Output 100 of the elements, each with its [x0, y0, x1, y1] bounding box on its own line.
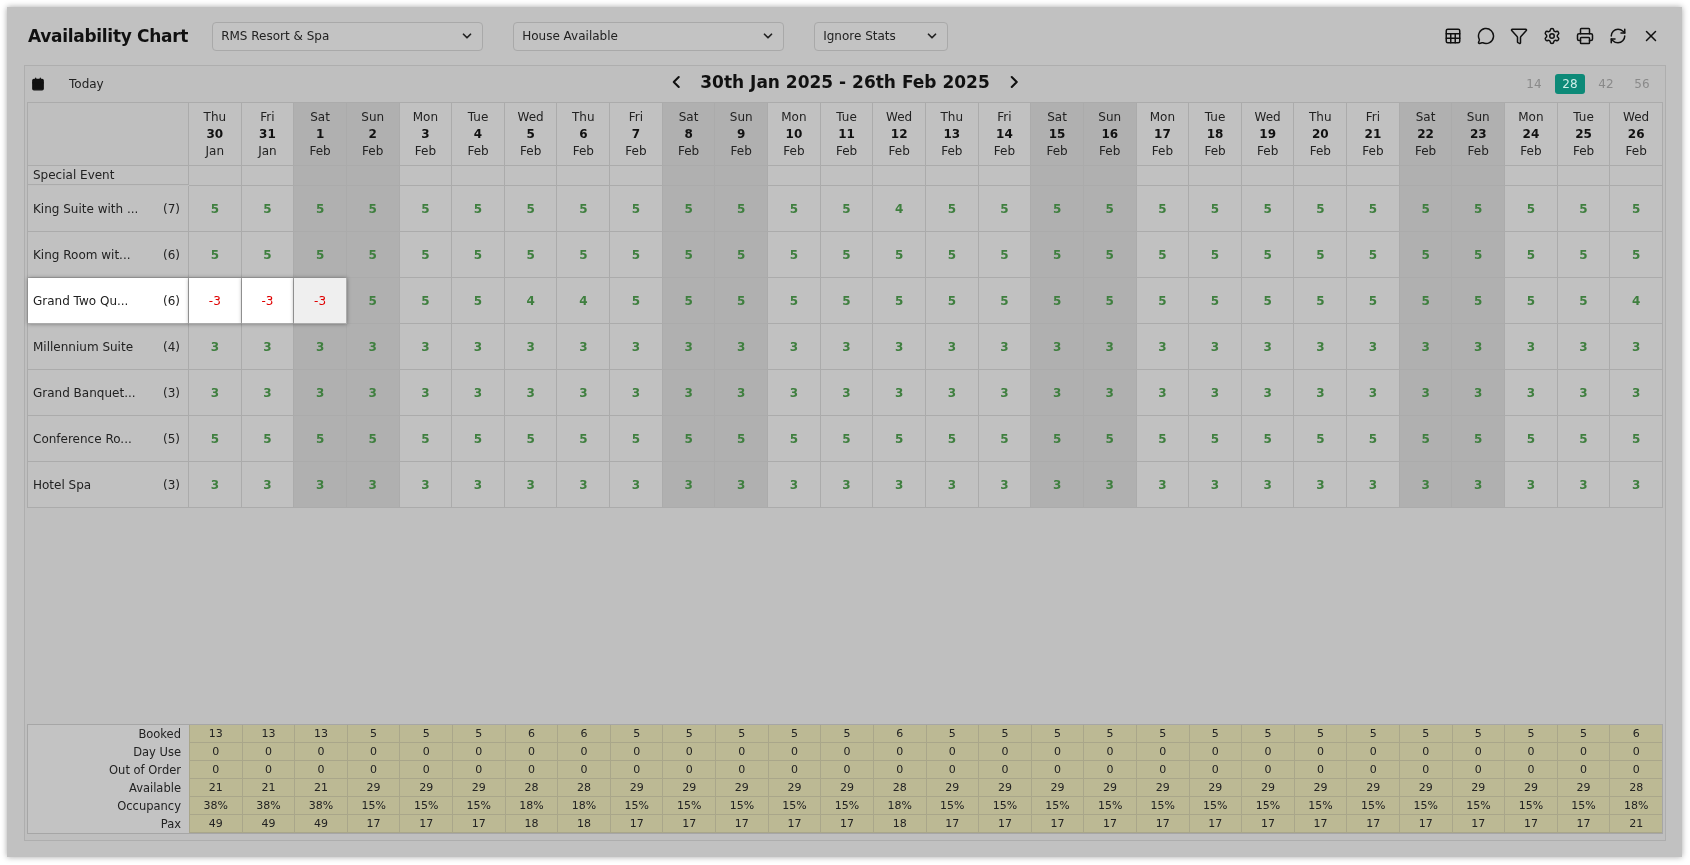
- availability-cell[interactable]: 3: [452, 324, 505, 370]
- availability-cell[interactable]: 5: [926, 232, 979, 278]
- availability-cell[interactable]: 5: [1031, 278, 1084, 324]
- availability-cell[interactable]: 5: [1347, 186, 1400, 232]
- availability-cell[interactable]: 5: [610, 416, 663, 462]
- availability-cell[interactable]: 3: [1083, 370, 1137, 416]
- availability-cell[interactable]: 3: [1347, 370, 1400, 416]
- availability-cell[interactable]: 3: [452, 462, 505, 508]
- availability-cell[interactable]: 3: [820, 370, 874, 416]
- select-dropdown[interactable]: Ignore Stats: [814, 21, 949, 51]
- printer-button[interactable]: [1576, 27, 1594, 45]
- availability-cell[interactable]: 5: [1557, 232, 1611, 278]
- availability-cell[interactable]: 3: [1347, 462, 1400, 508]
- availability-cell[interactable]: 5: [1347, 278, 1400, 324]
- availability-cell[interactable]: 3: [1031, 462, 1084, 508]
- availability-cell[interactable]: 3: [610, 462, 663, 508]
- availability-cell[interactable]: 5: [1294, 278, 1348, 324]
- availability-cell[interactable]: 3: [1399, 462, 1453, 508]
- availability-cell[interactable]: 3: [557, 462, 611, 508]
- availability-cell[interactable]: -3: [294, 278, 347, 324]
- availability-cell[interactable]: 3: [504, 324, 558, 370]
- availability-cell[interactable]: 3: [346, 324, 400, 370]
- availability-cell[interactable]: 4: [1610, 278, 1663, 324]
- availability-cell[interactable]: 5: [1399, 416, 1453, 462]
- availability-cell[interactable]: 5: [1610, 416, 1663, 462]
- availability-cell[interactable]: 5: [504, 416, 558, 462]
- availability-cell[interactable]: 3: [399, 370, 453, 416]
- availability-cell[interactable]: 3: [1136, 370, 1190, 416]
- availability-cell[interactable]: 5: [346, 416, 400, 462]
- availability-cell[interactable]: 3: [1241, 324, 1295, 370]
- availability-cell[interactable]: 4: [504, 278, 558, 324]
- availability-cell[interactable]: 5: [1136, 416, 1190, 462]
- availability-cell[interactable]: 5: [1399, 186, 1453, 232]
- availability-cell[interactable]: 5: [1347, 416, 1400, 462]
- availability-cell[interactable]: 3: [1136, 324, 1190, 370]
- availability-cell[interactable]: 3: [926, 370, 979, 416]
- availability-cell[interactable]: 3: [557, 324, 611, 370]
- availability-cell[interactable]: 3: [1347, 324, 1400, 370]
- availability-cell[interactable]: 5: [1136, 232, 1190, 278]
- availability-cell[interactable]: 5: [1505, 416, 1558, 462]
- spreadsheet-button[interactable]: [1444, 27, 1462, 45]
- availability-cell[interactable]: 3: [1031, 370, 1084, 416]
- availability-cell[interactable]: 3: [1031, 324, 1084, 370]
- availability-cell[interactable]: 3: [1610, 324, 1663, 370]
- availability-cell[interactable]: 5: [399, 278, 453, 324]
- availability-cell[interactable]: 5: [399, 416, 453, 462]
- availability-cell[interactable]: 5: [1557, 278, 1611, 324]
- availability-cell[interactable]: 5: [978, 186, 1032, 232]
- availability-cell[interactable]: 5: [1031, 186, 1084, 232]
- availability-cell[interactable]: 5: [978, 232, 1032, 278]
- availability-cell[interactable]: 3: [1505, 462, 1558, 508]
- availability-cell[interactable]: 3: [504, 370, 558, 416]
- availability-cell[interactable]: -3: [241, 278, 295, 324]
- period-button[interactable]: 28: [1555, 74, 1585, 94]
- availability-cell[interactable]: 3: [1505, 324, 1558, 370]
- availability-cell[interactable]: 3: [452, 370, 505, 416]
- availability-cell[interactable]: 3: [1452, 324, 1506, 370]
- availability-cell[interactable]: 5: [557, 186, 611, 232]
- availability-cell[interactable]: 3: [610, 370, 663, 416]
- availability-cell[interactable]: 5: [610, 186, 663, 232]
- availability-cell[interactable]: 3: [1610, 462, 1663, 508]
- availability-cell[interactable]: 3: [189, 370, 242, 416]
- availability-cell[interactable]: 5: [452, 232, 505, 278]
- refresh-button[interactable]: [1609, 27, 1627, 45]
- availability-cell[interactable]: 3: [1189, 462, 1242, 508]
- availability-cell[interactable]: 5: [557, 416, 611, 462]
- availability-cell[interactable]: 5: [978, 416, 1032, 462]
- availability-cell[interactable]: 3: [1189, 370, 1242, 416]
- availability-cell[interactable]: 3: [189, 462, 242, 508]
- availability-cell[interactable]: 5: [1031, 416, 1084, 462]
- availability-cell[interactable]: 5: [241, 232, 295, 278]
- availability-cell[interactable]: 5: [1241, 278, 1295, 324]
- availability-cell[interactable]: 5: [1610, 186, 1663, 232]
- availability-cell[interactable]: 5: [452, 278, 505, 324]
- availability-cell[interactable]: 3: [1136, 462, 1190, 508]
- availability-cell[interactable]: 3: [1610, 370, 1663, 416]
- availability-cell[interactable]: 3: [346, 370, 400, 416]
- availability-cell[interactable]: 3: [399, 324, 453, 370]
- availability-cell[interactable]: 5: [1399, 232, 1453, 278]
- availability-cell[interactable]: 5: [926, 278, 979, 324]
- availability-cell[interactable]: 5: [768, 186, 821, 232]
- availability-cell[interactable]: 5: [346, 278, 400, 324]
- availability-cell[interactable]: 5: [1031, 232, 1084, 278]
- availability-cell[interactable]: 5: [1241, 186, 1295, 232]
- availability-cell[interactable]: 3: [768, 370, 821, 416]
- availability-cell[interactable]: 5: [1452, 278, 1506, 324]
- availability-cell[interactable]: 3: [768, 462, 821, 508]
- availability-cell[interactable]: 5: [1083, 232, 1137, 278]
- availability-cell[interactable]: 5: [662, 186, 716, 232]
- availability-cell[interactable]: 5: [399, 186, 453, 232]
- availability-cell[interactable]: 3: [1241, 462, 1295, 508]
- availability-cell[interactable]: 5: [241, 186, 295, 232]
- availability-cell[interactable]: 3: [978, 324, 1032, 370]
- availability-cell[interactable]: 5: [346, 232, 400, 278]
- select-dropdown[interactable]: RMS Resort & Spa: [212, 21, 484, 51]
- availability-cell[interactable]: 5: [1347, 232, 1400, 278]
- availability-cell[interactable]: 5: [294, 232, 347, 278]
- availability-cell[interactable]: 3: [294, 324, 347, 370]
- availability-cell[interactable]: 4: [557, 278, 611, 324]
- availability-cell[interactable]: 5: [1189, 232, 1242, 278]
